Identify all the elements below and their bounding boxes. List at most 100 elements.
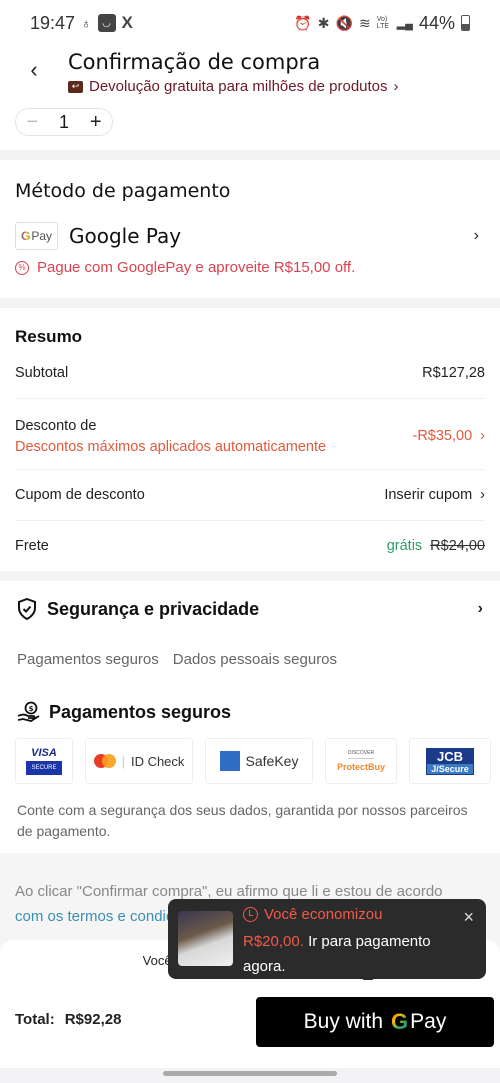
payment-method-title: Método de pagamento: [15, 180, 231, 202]
payment-method-google-pay[interactable]: G Pay Google Pay ›: [15, 220, 485, 252]
protectbuy-label: ProtectBuy: [336, 762, 385, 772]
partner-jcb-jsecure: JCB J/Secure: [409, 738, 491, 784]
discount-description: Descontos máximos aplicados automaticame…: [15, 438, 327, 455]
security-privacy-title: Segurança e privacidade: [47, 598, 260, 619]
status-right: ⏰ ✱ 🔇 ≋ Vo) LTE ▂▄ 44%: [294, 13, 470, 34]
toast-heading-text: Você economizou: [264, 906, 383, 923]
quantity-value: 1: [58, 111, 69, 132]
total-label: Total:: [15, 1011, 55, 1028]
chevron-right-icon: ›: [473, 227, 479, 244]
total-value: R$92,28: [64, 1011, 122, 1028]
discount-row[interactable]: Desconto de Descontos máximos aplicados …: [15, 414, 485, 458]
return-icon: ↩: [68, 80, 83, 93]
hand-coin-icon: $: [17, 701, 40, 722]
x-icon: X: [121, 13, 133, 32]
amex-icon: [219, 751, 240, 771]
mastercard-label: ID Check: [130, 753, 185, 769]
increase-button[interactable]: +: [90, 111, 102, 134]
status-left: 19:47 ♁ ◡ X: [30, 13, 133, 34]
partner-visa-secure: VISA SECURE: [15, 738, 73, 784]
signal-icon: ▂▄: [396, 17, 413, 30]
section-divider: [0, 298, 500, 308]
summary-title: Resumo: [15, 327, 83, 346]
system-nav-bar: [0, 1068, 500, 1083]
status-time: 19:47: [30, 12, 76, 33]
savings-toast[interactable]: Você economizou R$20,00. Ir para pagamen…: [168, 899, 486, 979]
trust-description: Conte com a segurança dos seus dados, ga…: [17, 802, 468, 839]
decrease-button[interactable]: −: [26, 111, 38, 134]
buy-with-google-pay-button[interactable]: Buy with G Pay: [256, 997, 494, 1047]
status-bar: 19:47 ♁ ◡ X ⏰ ✱ 🔇 ≋ Vo) LTE ▂▄ 44%: [0, 0, 500, 46]
svg-text:$: $: [29, 705, 34, 713]
toast-heading: Você economizou: [243, 906, 382, 923]
shipping-label: Frete: [15, 538, 49, 554]
security-tag: Pagamentos seguros: [17, 651, 159, 668]
jsecure-label: J/Secure: [427, 763, 473, 774]
subtotal-value: R$127,28: [422, 365, 485, 381]
payment-partners-list[interactable]: VISA SECURE | ID Check SafeKey DISCOVER …: [15, 738, 500, 786]
chevron-right-icon: ›: [480, 487, 485, 503]
home-gesture-handle[interactable]: [163, 1071, 337, 1076]
visa-secure-label: SECURE: [26, 761, 62, 775]
chevron-right-icon: ›: [393, 78, 399, 95]
flame-icon: ♁: [81, 15, 92, 31]
order-total: Total: R$92,28: [15, 1011, 121, 1028]
google-pay-promo: % Pague com GooglePay e aproveite R$15,0…: [15, 259, 355, 276]
security-tags: Pagamentos seguros Dados pessoais seguro…: [17, 651, 337, 668]
clock-icon: [243, 907, 258, 922]
mute-icon: 🔇: [335, 14, 353, 31]
close-icon[interactable]: ×: [463, 907, 474, 928]
checkout-bar: Total: R$92,28 Buy with G Pay: [0, 980, 500, 1068]
partner-discover-protectbuy: DISCOVER ProtectBuy: [325, 738, 397, 784]
battery-percent: 44%: [418, 12, 455, 33]
subtotal-row: Subtotal R$127,28: [15, 365, 485, 381]
alarm-icon: ⏰: [294, 14, 312, 31]
toast-savings-amount: R$20,00.: [243, 933, 304, 950]
google-pay-logo: G Pay: [15, 222, 58, 250]
free-return-text: Devolução gratuita para milhões de produ…: [89, 78, 388, 95]
security-tag: Dados pessoais seguros: [172, 651, 338, 668]
google-g-icon: G: [20, 229, 31, 243]
google-g-icon: G: [391, 1009, 409, 1034]
security-privacy-header[interactable]: Segurança e privacidade ›: [17, 598, 483, 620]
coupon-label: Cupom de desconto: [15, 487, 145, 503]
coupon-row[interactable]: Cupom de desconto Inserir cupom ›: [15, 487, 485, 503]
pay-text: Pay: [31, 229, 53, 243]
payment-method-name: Google Pay: [69, 224, 182, 248]
section-divider: [0, 571, 500, 581]
chevron-right-icon: ›: [480, 428, 485, 444]
row-divider: [15, 398, 485, 399]
secure-payments-header: $ Pagamentos seguros: [17, 701, 231, 723]
page-title: Confirmação de compra: [68, 50, 321, 74]
header: ‹ Confirmação de compra ↩ Devolução grat…: [0, 48, 500, 104]
buy-with-label: Buy with: [303, 1010, 384, 1033]
pay-label: Pay: [410, 1010, 447, 1033]
discount-badge-icon: %: [15, 260, 29, 275]
shipping-original-price: R$24,00: [430, 538, 485, 554]
shield-check-icon: [18, 598, 36, 620]
logo-separator: |: [121, 753, 125, 769]
secure-payments-title: Pagamentos seguros: [49, 701, 232, 722]
insert-coupon-link[interactable]: Inserir cupom: [384, 487, 472, 503]
visa-logo: VISA: [31, 747, 57, 759]
subtotal-label: Subtotal: [15, 365, 69, 381]
amex-label: SafeKey: [245, 753, 299, 769]
partner-mastercard-id-check: | ID Check: [85, 738, 193, 784]
jcb-label: JCB: [427, 748, 473, 764]
product-thumbnail: [178, 911, 233, 966]
mastercard-icon: [93, 754, 116, 768]
free-return-banner[interactable]: ↩ Devolução gratuita para milhões de pro…: [68, 78, 399, 95]
volte-icon: Vo) LTE: [376, 16, 390, 30]
chevron-right-icon: ›: [477, 600, 483, 617]
row-divider: [15, 520, 485, 521]
row-divider: [15, 469, 485, 470]
quantity-stepper: − 1 +: [15, 108, 113, 136]
discount-value: -R$35,00: [412, 428, 473, 444]
chevron-left-icon: ‹: [30, 57, 38, 82]
back-button[interactable]: ‹: [22, 57, 46, 82]
discover-logo: DISCOVER: [347, 750, 375, 759]
discount-label: Desconto de: [15, 417, 97, 434]
wifi-icon: ≋: [358, 14, 371, 31]
bluetooth-icon: ✱: [317, 14, 330, 31]
app-shop-icon: ◡: [97, 14, 116, 32]
